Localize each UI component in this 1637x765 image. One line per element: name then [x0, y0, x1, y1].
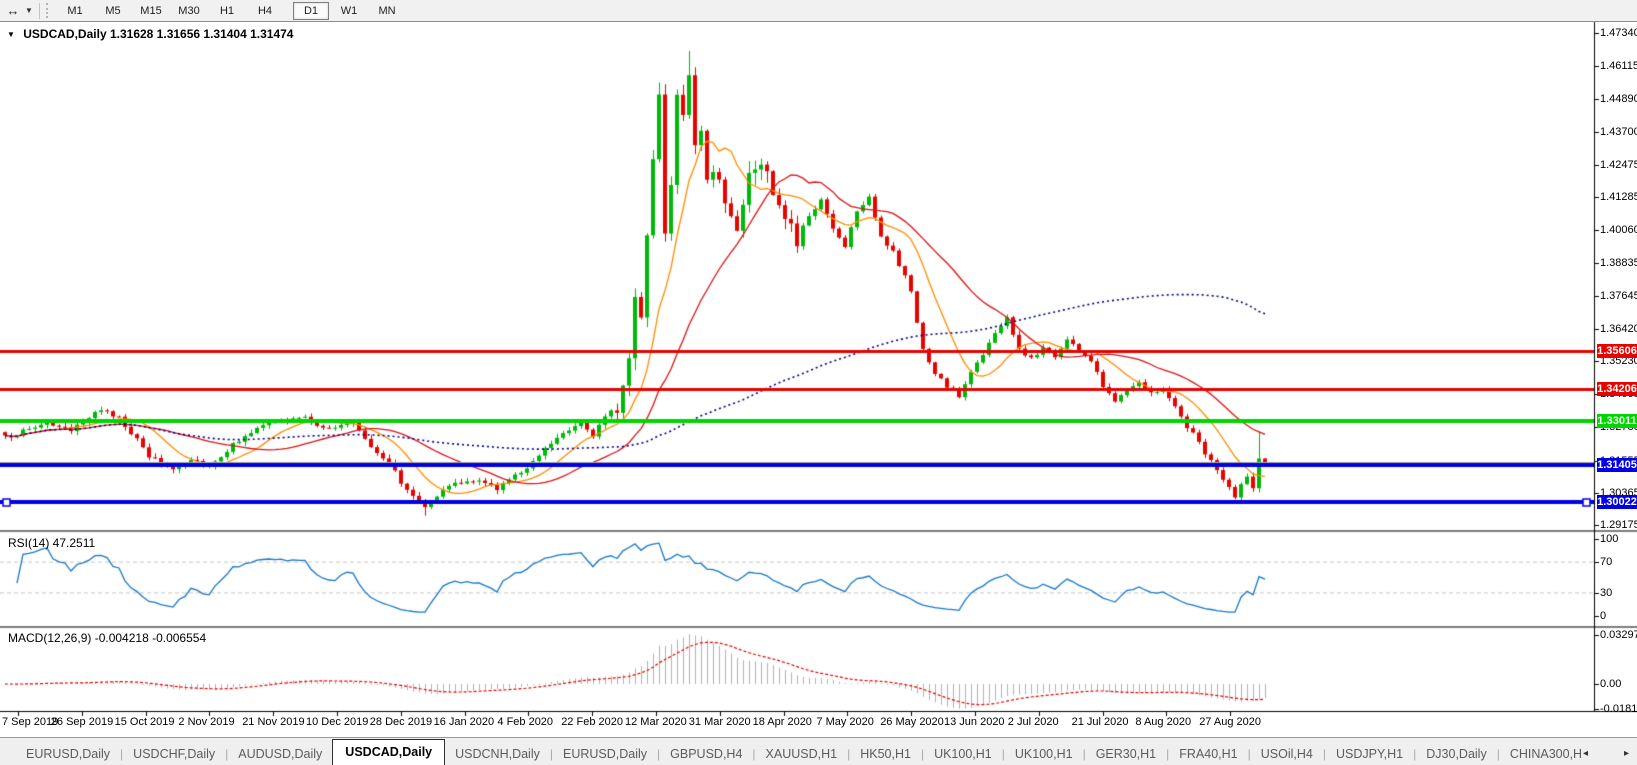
price-axis-label: 1.40060 [1600, 224, 1637, 237]
chart-tab-usdchf-daily[interactable]: USDCHF,Daily [123, 743, 225, 765]
rsi-indicator-label: RSI(14) 47.2511 [8, 536, 96, 550]
price-axis-label: 1.47340 [1600, 27, 1637, 39]
price-axis-label: 1.43700 [1600, 125, 1637, 138]
date-axis-label: 31 Mar 2020 [688, 716, 751, 728]
tab-scroll-right-icon[interactable]: ▸ [1624, 748, 1629, 759]
date-axis-label: 10 Dec 2019 [306, 716, 369, 728]
date-axis-label: 13 Jun 2020 [944, 716, 1005, 728]
date-axis-label: 27 Aug 2020 [1199, 716, 1261, 728]
chart-tab-xauusd-h1[interactable]: XAUUSD,H1 [756, 743, 848, 765]
rsi-axis-label: 100 [1600, 533, 1619, 545]
date-axis-label: 8 Aug 2020 [1135, 716, 1192, 728]
chart-tab-usoil-h4[interactable]: USOil,H4 [1251, 743, 1323, 765]
chart-tab-audusd-daily[interactable]: AUDUSD,Daily [228, 743, 332, 765]
date-axis-label: 7 May 2020 [816, 716, 874, 728]
chart-tab-usdjpy-h1[interactable]: USDJPY,H1 [1326, 743, 1413, 765]
date-axis-label: 22 Feb 2020 [561, 716, 623, 728]
timeframe-button-d1[interactable]: D1 [293, 2, 329, 20]
date-axis-label: 4 Feb 2020 [497, 716, 554, 728]
rsi-axis-label: 30 [1600, 586, 1613, 599]
chart-tab-usdcad-daily[interactable]: USDCAD,Daily [332, 739, 446, 765]
chart-tabs: EURUSD,Daily | USDCHF,Daily | AUDUSD,Daily US… [0, 738, 1583, 765]
tab-scroll-left-icon[interactable]: ◂ [1583, 748, 1588, 759]
chart-collapse-icon[interactable]: ▼ [7, 30, 15, 39]
macd-axis-label: 0.00 [1600, 678, 1622, 690]
timeframe-button-h1[interactable]: H1 [209, 2, 245, 20]
timeframe-button-m15[interactable]: M15 [133, 2, 169, 20]
timeframe-button-h4[interactable]: H4 [247, 2, 283, 20]
date-axis-label: 2 Nov 2019 [178, 716, 235, 728]
rsi-axis-label: 0 [1600, 610, 1607, 622]
date-axis-label: 28 Dec 2019 [369, 716, 433, 728]
tab-scroll-arrows: ◂ ▸ [1583, 748, 1637, 765]
chart-tab-dj30-daily[interactable]: DJ30,Daily [1416, 743, 1496, 765]
pan-tool-dropdown-icon[interactable]: ▼ [23, 6, 35, 15]
toolbar-separator [39, 2, 40, 19]
hline-price-label: 1.30022 [1597, 495, 1637, 510]
chart-title-quotes: 1.31628 1.31656 1.31404 1.31474 [109, 27, 294, 41]
chart-tab-uk100-h1[interactable]: UK100,H1 [1005, 743, 1083, 765]
date-axis-label: 16 Jan 2020 [433, 716, 495, 728]
hline-price-label: 1.34206 [1597, 381, 1637, 396]
price-axis-label: 1.46115 [1600, 60, 1637, 73]
macd-axis-label: 0.032972 [1600, 628, 1637, 641]
date-axis-label: 21 Nov 2019 [242, 716, 305, 728]
chart-tab-hk50-h1[interactable]: HK50,H1 [850, 743, 921, 765]
hline-price-label: 1.31405 [1597, 457, 1637, 472]
timeframe-button-m5[interactable]: M5 [95, 2, 131, 20]
chart-title-symbol: USDCAD,Daily [23, 27, 107, 41]
date-axis-label: 26 Sep 2019 [50, 716, 114, 728]
chart-title: ▼ USDCAD,Daily 1.31628 1.31656 1.31404 1… [7, 27, 293, 41]
date-axis-label: 2 Jul 2020 [1007, 716, 1059, 728]
chart-tab-gbpusd-h4[interactable]: GBPUSD,H4 [660, 743, 752, 765]
price-axis-label: 1.29175 [1600, 519, 1637, 531]
date-axis-label: 18 Apr 2020 [752, 716, 812, 728]
pan-tool-icon[interactable]: ↔ [3, 2, 23, 20]
timeframe-button-m1[interactable]: M1 [57, 2, 93, 20]
price-axis-label: 1.37645 [1600, 289, 1637, 302]
price-axis-label: 1.44890 [1600, 93, 1637, 106]
price-axis-label: 1.36420 [1600, 322, 1637, 335]
rsi-axis-label: 70 [1600, 556, 1613, 569]
price-axis-label: 1.41285 [1600, 191, 1637, 203]
chart-tab-fra40-h1[interactable]: FRA40,H1 [1169, 743, 1247, 765]
chart-canvas[interactable] [0, 0, 1637, 765]
date-axis-label: 12 Mar 2020 [625, 716, 687, 728]
macd-indicator-label: MACD(12,26,9) -0.004218 -0.006554 [8, 631, 207, 645]
timeframe-button-m30[interactable]: M30 [171, 2, 207, 20]
chart-tab-uk100-h1[interactable]: UK100,H1 [924, 743, 1002, 765]
date-axis-label: 15 Oct 2019 [114, 716, 175, 728]
chart-tabs-bar: EURUSD,Daily | USDCHF,Daily | AUDUSD,Daily US… [0, 737, 1637, 765]
price-axis-label: 1.42475 [1600, 158, 1637, 171]
timeframe-button-w1[interactable]: W1 [331, 2, 367, 20]
chart-tab-china300-h1[interactable]: CHINA300,H1 [1500, 743, 1583, 765]
price-axis-label: 1.38835 [1600, 257, 1637, 270]
chart-tab-usdcnh-daily[interactable]: USDCNH,Daily [445, 743, 550, 765]
chart-tab-eurusd-daily[interactable]: EURUSD,Daily [553, 743, 657, 765]
hline-price-label: 1.35606 [1597, 343, 1637, 358]
timeframe-toolbar: M1 M5 M15 M30 H1 H4 D1 W1 MN [56, 1, 406, 20]
chart-tab-eurusd-daily[interactable]: EURUSD,Daily [16, 743, 120, 765]
top-toolbar: ↔ ▼ M1 M5 M15 M30 H1 H4 D1 W1 MN [0, 0, 1637, 22]
trading-terminal-window: ↔ ▼ M1 M5 M15 M30 H1 H4 D1 W1 MN ▼ USDCAD,Daily … [0, 0, 1637, 765]
macd-axis-label: -0.018154 [1600, 703, 1637, 715]
date-axis-label: 21 Jul 2020 [1071, 716, 1129, 728]
toolbar-grip [46, 3, 51, 18]
timeframe-button-mn[interactable]: MN [369, 2, 405, 20]
date-axis-label: 26 May 2020 [880, 716, 944, 728]
hline-price-label: 1.33011 [1597, 414, 1637, 429]
chart-tab-ger30-h1[interactable]: GER30,H1 [1086, 743, 1166, 765]
